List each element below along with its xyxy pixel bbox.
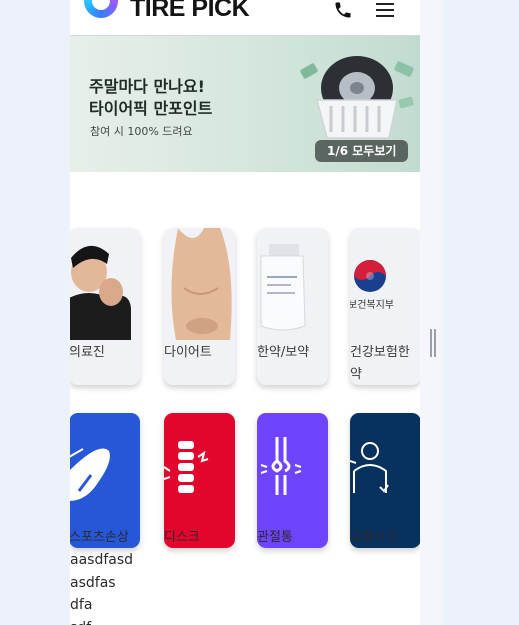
promo-banner[interactable]: 주말마다 만나요! 타이어픽 만포인트 참여 시 100% 드려요 1/6 모두…	[70, 36, 420, 172]
category-label: 건강보험한약	[350, 345, 410, 382]
category-label: 한약/보약	[257, 345, 310, 360]
doctor-photo-icon	[70, 228, 140, 340]
banner-subtitle: 참여 시 100% 드려요	[90, 125, 193, 138]
body-photo-icon	[164, 228, 235, 340]
resize-handle[interactable]	[430, 329, 436, 357]
banner-title: 주말마다 만나요! 타이어픽 만포인트	[89, 77, 213, 118]
overflow-debug-text: aasdfasd asdfas dfa sdf	[70, 552, 134, 625]
category-card-medical-staff[interactable]: 의료진	[70, 228, 140, 385]
pouch-photo-icon	[257, 228, 328, 340]
phone-icon[interactable]	[332, 0, 354, 20]
category-label: 다이어트	[164, 345, 212, 360]
category-card-disc[interactable]: 디스크	[164, 413, 235, 548]
category-card-health-insurance[interactable]: 보건복지부 건강보험한약	[350, 228, 420, 385]
category-label: 교통사고	[350, 530, 398, 545]
category-card-herbal-medicine[interactable]: 한약/보약	[257, 228, 328, 385]
app-header: TIRE PICK	[70, 0, 420, 36]
spine-icon	[164, 441, 209, 493]
injured-knee-icon	[70, 448, 110, 501]
logo-icon[interactable]	[84, 0, 118, 18]
category-card-sports-injury[interactable]: 스포츠손상	[70, 413, 140, 548]
side-panel-strip	[420, 0, 443, 625]
joint-icon	[260, 437, 302, 495]
category-label: 디스크	[164, 530, 200, 545]
hamburger-menu-icon[interactable]	[376, 3, 394, 17]
logo-text[interactable]: TIRE PICK	[130, 0, 250, 21]
banner-view-all-button[interactable]: 1/6 모두보기	[315, 140, 409, 162]
category-label: 관절통	[257, 530, 293, 545]
ministry-logo-caption: 보건복지부	[350, 300, 394, 311]
mobile-viewport: TIRE PICK 주말마다 만나요! 타이어픽 만포인트 참여 시 100% …	[70, 0, 420, 625]
category-label: 의료진	[70, 345, 105, 360]
category-card-joint-pain[interactable]: 관절통	[257, 413, 328, 548]
ministry-logo-icon	[350, 228, 420, 340]
category-card-traffic-accident[interactable]: 교통사고	[350, 413, 420, 548]
body-pain-icon	[350, 442, 389, 493]
category-card-diet[interactable]: 다이어트	[164, 228, 235, 385]
category-label: 스포츠손상	[70, 530, 129, 545]
tire-basket-illustration	[300, 56, 414, 139]
